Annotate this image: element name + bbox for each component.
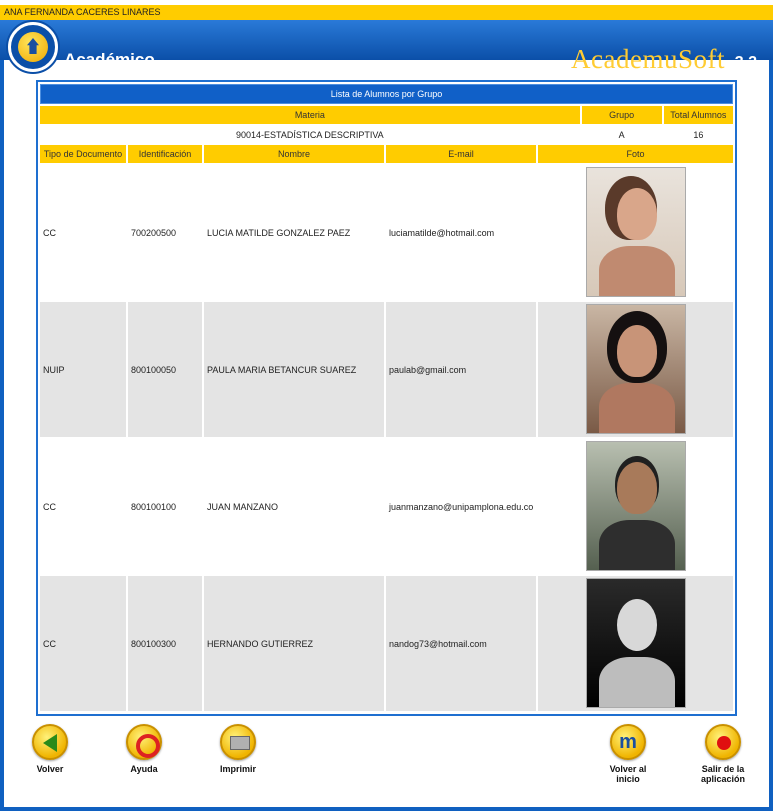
cell-id: 800100050: [128, 302, 202, 437]
home-label: Volver al inicio: [609, 764, 647, 784]
cell-email: nandog73@hotmail.com: [386, 576, 536, 711]
exit-icon[interactable]: [705, 724, 741, 760]
column-header-id: Identificación: [128, 145, 202, 163]
column-header-row: Tipo de Documento Identificación Nombre …: [40, 145, 733, 163]
cell-id: 700200500: [128, 165, 202, 300]
summary-value-row: 90014-ESTADÍSTICA DESCRIPTIVA A 16: [40, 126, 733, 143]
lifebuoy-icon[interactable]: [126, 724, 162, 760]
student-table: Lista de Alumnos por Grupo Materia Grupo…: [38, 82, 735, 145]
column-header-email: E-mail: [386, 145, 536, 163]
help-button[interactable]: Ayuda: [120, 724, 168, 774]
cell-foto: [538, 439, 733, 574]
student-photo: [585, 303, 686, 434]
print-label: Imprimir: [219, 764, 256, 774]
cell-id: 800100100: [128, 439, 202, 574]
total-value: 16: [663, 126, 733, 143]
back-button[interactable]: Volver: [26, 724, 74, 774]
user-name: ANA FERNANDA CACERES LINARES: [4, 7, 161, 17]
print-button[interactable]: Imprimir: [212, 724, 264, 774]
printer-icon[interactable]: [220, 724, 256, 760]
table-row: NUIP 800100050 PAULA MARIA BETANCUR SUAR…: [40, 302, 733, 437]
user-bar: ANA FERNANDA CACERES LINARES: [0, 0, 773, 20]
cell-tipo: CC: [40, 576, 126, 711]
cell-email: luciamatilde@hotmail.com: [386, 165, 536, 300]
brand-logo: AcademuSoft: [571, 44, 725, 74]
cell-email: paulab@gmail.com: [386, 302, 536, 437]
cell-tipo: CC: [40, 165, 126, 300]
materia-header: Materia: [40, 106, 580, 124]
cell-nombre: JUAN MANZANO: [204, 439, 384, 574]
module-title: Académico: [64, 50, 155, 69]
cell-nombre: LUCIA MATILDE GONZALEZ PAEZ: [204, 165, 384, 300]
back-label: Volver: [36, 764, 64, 774]
cell-tipo: CC: [40, 439, 126, 574]
cell-foto: [538, 576, 733, 711]
student-photo: [585, 440, 686, 571]
grupo-header: Grupo: [581, 106, 662, 124]
grupo-value: A: [581, 126, 662, 143]
cell-nombre: HERNANDO GUTIERREZ: [204, 576, 384, 711]
column-header-foto: Foto: [538, 145, 733, 163]
student-detail-table: Tipo de Documento Identificación Nombre …: [38, 143, 735, 713]
table-caption-row: Lista de Alumnos por Grupo: [40, 84, 733, 104]
summary-header-row: Materia Grupo Total Alumnos: [40, 106, 733, 124]
exit-label: Salir de la aplicación: [700, 764, 745, 784]
materia-value: 90014-ESTADÍSTICA DESCRIPTIVA: [40, 126, 580, 143]
table-row: CC 800100300 HERNANDO GUTIERREZ nandog73…: [40, 576, 733, 711]
exit-button[interactable]: Salir de la aplicación: [694, 724, 752, 784]
cell-tipo: NUIP: [40, 302, 126, 437]
student-photo: [585, 577, 686, 708]
app-header: Académico AcademuSoft 3.2: [0, 20, 773, 74]
cell-email: juanmanzano@unipamplona.edu.co: [386, 439, 536, 574]
column-header-nombre: Nombre: [204, 145, 384, 163]
cell-foto: [538, 302, 733, 437]
cell-foto: [538, 165, 733, 300]
help-label: Ayuda: [130, 764, 158, 774]
home-button[interactable]: Volver al inicio: [598, 724, 658, 784]
home-icon[interactable]: [610, 724, 646, 760]
table-row: CC 800100100 JUAN MANZANO juanmanzano@un…: [40, 439, 733, 574]
student-photo: [585, 166, 686, 297]
cell-id: 800100300: [128, 576, 202, 711]
student-list-panel: Lista de Alumnos por Grupo Materia Grupo…: [36, 80, 737, 716]
home-logo-icon[interactable]: [8, 22, 58, 72]
back-arrow-icon[interactable]: [32, 724, 68, 760]
table-caption: Lista de Alumnos por Grupo: [40, 84, 733, 104]
cell-nombre: PAULA MARIA BETANCUR SUAREZ: [204, 302, 384, 437]
column-header-tipo: Tipo de Documento: [40, 145, 126, 163]
total-header: Total Alumnos: [663, 106, 733, 124]
table-row: CC 700200500 LUCIA MATILDE GONZALEZ PAEZ…: [40, 165, 733, 300]
brand-version: 3.2: [734, 54, 757, 71]
